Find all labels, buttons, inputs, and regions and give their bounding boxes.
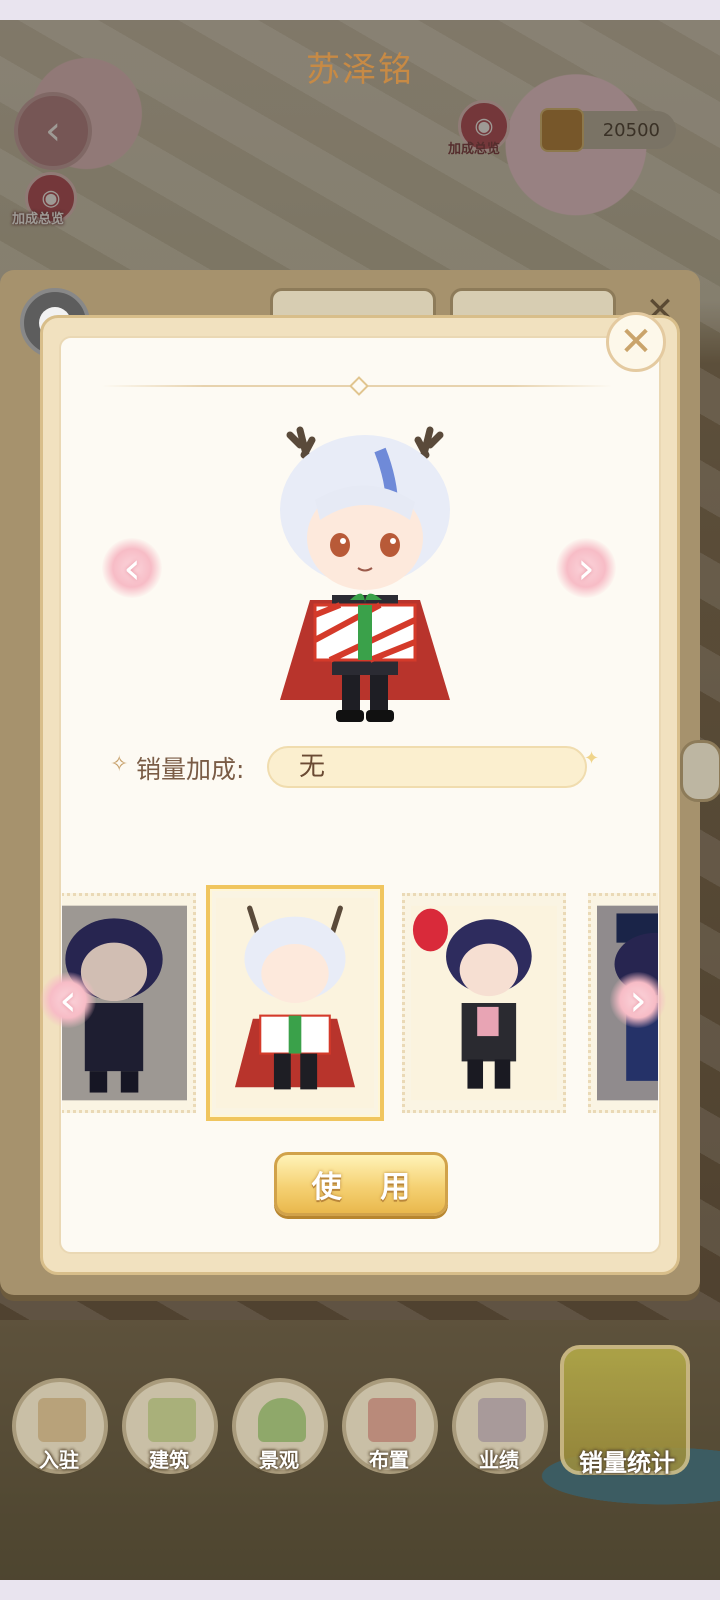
character-name: 苏泽铭	[306, 50, 414, 90]
character-portrait	[280, 426, 450, 722]
carousel-next-icon[interactable]: ›	[610, 972, 666, 1028]
tree-icon	[258, 1398, 306, 1442]
sales-bonus-label: 销量加成:	[136, 755, 245, 784]
sales-bonus-value: 无	[267, 746, 587, 788]
side-handle	[680, 740, 720, 802]
decor-icon	[368, 1398, 416, 1442]
sparkle-icon: ✧	[110, 752, 129, 777]
shop-icon	[38, 1398, 86, 1442]
sparkle-icon: ✦	[584, 748, 600, 769]
outfit-thumbnail	[216, 897, 374, 1109]
outfit-card[interactable]	[402, 893, 566, 1113]
carousel-prev-icon[interactable]: ‹	[40, 972, 96, 1028]
next-arrow-icon[interactable]: ›	[556, 538, 616, 598]
nav-building-label: 建筑	[149, 1448, 189, 1472]
nav-enter-label: 入驻	[39, 1448, 79, 1472]
chart-icon	[478, 1398, 526, 1442]
nav-performance-label: 业绩	[479, 1448, 519, 1472]
prev-arrow-icon[interactable]: ‹	[102, 538, 162, 598]
outfit-thumbnail	[411, 905, 557, 1101]
outfit-card-selected[interactable]	[206, 885, 384, 1121]
use-button[interactable]: 使 用	[274, 1152, 448, 1216]
outfit-carousel[interactable]	[62, 885, 658, 1125]
sales-stats-label: 销量统计	[579, 1449, 675, 1477]
close-button[interactable]: ✕	[606, 312, 666, 372]
nav-landscape-label: 景观	[259, 1448, 299, 1472]
nav-decor-label: 布置	[369, 1448, 409, 1472]
building-icon	[148, 1398, 196, 1442]
